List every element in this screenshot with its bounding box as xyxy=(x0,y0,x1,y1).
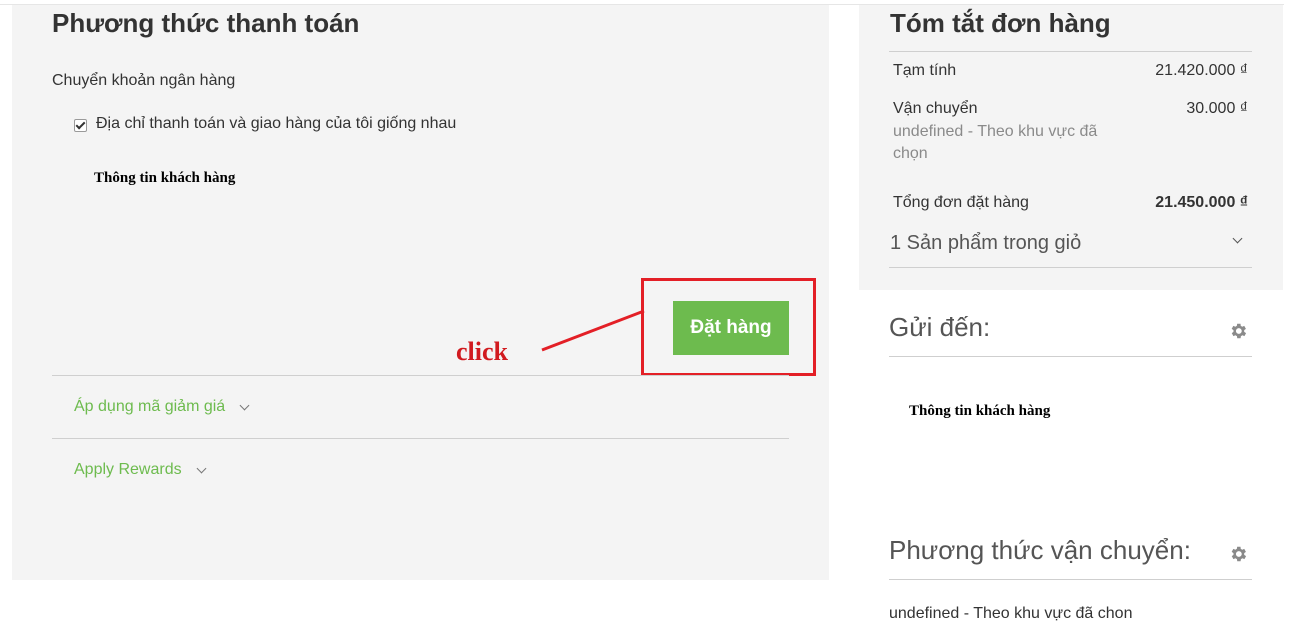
same-address-checkbox[interactable] xyxy=(74,118,87,132)
divider xyxy=(52,375,789,376)
shipping-customer-info: Thông tin khách hàng xyxy=(909,403,1051,419)
subtotal-label: Tạm tính xyxy=(893,62,957,79)
order-total-value: 21.450.000 ₫ xyxy=(1155,194,1248,211)
gear-icon[interactable] xyxy=(1228,321,1248,341)
gear-icon[interactable] xyxy=(1228,544,1248,564)
divider xyxy=(52,438,789,439)
chevron-down-icon[interactable] xyxy=(196,463,207,473)
chevron-down-icon[interactable] xyxy=(239,400,250,410)
order-total-label: Tổng đơn đặt hàng xyxy=(893,194,1029,211)
shipping-label: Vận chuyển xyxy=(893,100,978,117)
divider xyxy=(889,51,1252,52)
chevron-down-icon[interactable] xyxy=(1232,233,1243,244)
shipping-value: 30.000 ₫ xyxy=(1186,100,1248,117)
payment-method-name[interactable]: Chuyển khoản ngân hàng xyxy=(52,72,235,90)
payment-method-panel: Phương thức thanh toán Chuyển khoản ngân… xyxy=(12,5,829,580)
apply-rewards-label[interactable]: Apply Rewards xyxy=(74,461,182,479)
same-address-label[interactable]: Địa chỉ thanh toán và giao hàng của tôi … xyxy=(96,115,456,133)
billing-customer-info: Thông tin khách hàng xyxy=(94,170,236,186)
divider xyxy=(889,356,1252,357)
shipping-method-value: undefined - Theo khu vực đã chon xyxy=(889,605,1133,622)
divider xyxy=(889,579,1252,580)
apply-discount-label[interactable]: Áp dụng mã giảm giá xyxy=(74,398,225,416)
place-order-button[interactable]: Đặt hàng xyxy=(673,301,789,355)
subtotal-value: 21.420.000 ₫ xyxy=(1155,62,1248,79)
divider xyxy=(889,267,1252,268)
shipping-method-title: Phương thức vận chuyển: xyxy=(889,535,1191,565)
apply-discount-toggle[interactable]: Áp dụng mã giảm giá xyxy=(74,398,250,416)
order-summary-title: Tóm tắt đơn hàng xyxy=(890,8,1111,38)
cart-items-toggle[interactable]: 1 Sản phẩm trong giỏ xyxy=(890,232,1081,255)
shipping-note: undefined - Theo khu vực đã chọn xyxy=(893,123,1098,162)
click-annotation: click xyxy=(456,337,508,366)
payment-method-title: Phương thức thanh toán xyxy=(52,8,360,38)
order-summary-panel: Tóm tắt đơn hàng Tạm tính 21.420.000 ₫ V… xyxy=(859,5,1283,290)
apply-rewards-toggle[interactable]: Apply Rewards xyxy=(74,461,207,479)
same-address-option[interactable]: Địa chỉ thanh toán và giao hàng của tôi … xyxy=(74,115,456,133)
ship-to-title: Gửi đến: xyxy=(889,312,991,342)
